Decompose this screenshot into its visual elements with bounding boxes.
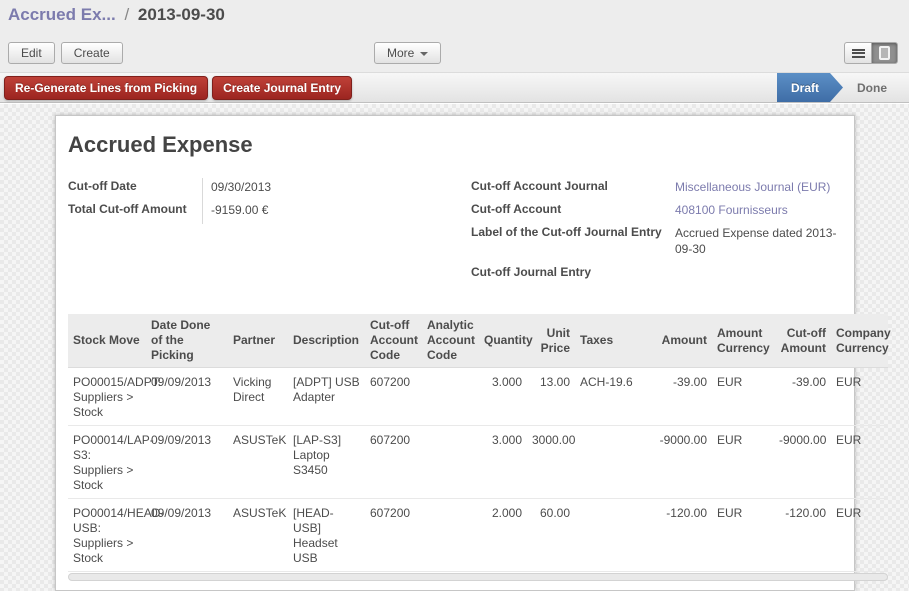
more-button-label: More xyxy=(387,46,414,60)
create-button[interactable]: Create xyxy=(61,42,123,64)
cell xyxy=(422,499,479,572)
cell xyxy=(575,426,648,499)
cell: EUR xyxy=(712,426,774,499)
field-group-left: Cut-off Date 09/30/2013 Total Cut-off Am… xyxy=(68,178,398,224)
cutoff-journal-entry-label: Cut-off Journal Entry xyxy=(471,264,667,279)
cell xyxy=(422,368,479,426)
status-draft-badge: Draft xyxy=(777,73,843,102)
column-header: Cut-off Account Code xyxy=(365,314,422,368)
table-header-row: Stock MoveDate Done of the PickingPartne… xyxy=(68,314,888,368)
cell: 09/09/2013 xyxy=(146,368,228,426)
cutoff-lines-table: Stock MoveDate Done of the PickingPartne… xyxy=(68,314,888,581)
column-header: Quantity xyxy=(479,314,527,368)
cell: EUR xyxy=(831,368,888,426)
cell: PO00015/ADPT: Suppliers > Stock xyxy=(68,368,146,426)
edit-button[interactable]: Edit xyxy=(8,42,55,64)
cell: 607200 xyxy=(365,368,422,426)
cell: ACH-19.6 xyxy=(575,368,648,426)
cutoff-account-journal-label: Cut-off Account Journal xyxy=(471,178,667,193)
cell: Vicking Direct xyxy=(228,368,288,426)
cell: -39.00 xyxy=(648,368,712,426)
cell: -9000.00 xyxy=(648,426,712,499)
list-icon xyxy=(852,49,865,58)
cell: EUR xyxy=(831,499,888,572)
column-header: Stock Move xyxy=(68,314,146,368)
column-header: Taxes xyxy=(575,314,648,368)
form-icon xyxy=(879,46,890,60)
column-header: Partner xyxy=(228,314,288,368)
cell: EUR xyxy=(712,499,774,572)
status-bar: Draft Done xyxy=(777,73,897,102)
form-view-button[interactable] xyxy=(871,42,898,64)
action-bar: Re-Generate Lines from Picking Create Jo… xyxy=(0,72,909,103)
cell: -120.00 xyxy=(774,499,831,572)
top-bar: Accrued Ex... / 2013-09-30 Edit Create M… xyxy=(0,0,909,72)
page-title: Accrued Expense xyxy=(68,132,253,158)
cell: PO00014/HEAD-USB: Suppliers > Stock xyxy=(68,499,146,572)
caret-down-icon xyxy=(420,52,428,56)
cell: 3.000 xyxy=(479,368,527,426)
breadcrumb-section-link[interactable]: Accrued Ex... xyxy=(8,5,116,24)
breadcrumb-record-title: 2013-09-30 xyxy=(138,5,225,24)
cell: 60.00 xyxy=(527,499,575,572)
total-cutoff-amount-value: -9159.00 € xyxy=(202,201,374,224)
cutoff-date-value: 09/30/2013 xyxy=(202,178,374,201)
more-button[interactable]: More xyxy=(374,42,441,64)
breadcrumb-separator: / xyxy=(120,5,133,24)
table-body: PO00015/ADPT: Suppliers > Stock09/09/201… xyxy=(68,368,888,572)
status-done-label: Done xyxy=(843,76,897,100)
cell: -120.00 xyxy=(648,499,712,572)
cell: 607200 xyxy=(365,426,422,499)
cell: 09/09/2013 xyxy=(146,499,228,572)
table-row[interactable]: PO00015/ADPT: Suppliers > Stock09/09/201… xyxy=(68,368,888,426)
cell: PO00014/LAP-S3: Suppliers > Stock xyxy=(68,426,146,499)
column-header: Amount xyxy=(648,314,712,368)
column-header: Analytic Account Code xyxy=(422,314,479,368)
column-header: Description xyxy=(288,314,365,368)
cutoff-date-label: Cut-off Date xyxy=(68,178,202,193)
cell: EUR xyxy=(712,368,774,426)
cell: [HEAD-USB] Headset USB xyxy=(288,499,365,572)
cell: -9000.00 xyxy=(774,426,831,499)
cell: ASUSTeK xyxy=(228,499,288,572)
cell: EUR xyxy=(831,426,888,499)
table-row[interactable]: PO00014/LAP-S3: Suppliers > Stock09/09/2… xyxy=(68,426,888,499)
column-header: Date Done of the Picking xyxy=(146,314,228,368)
cutoff-account-label: Cut-off Account xyxy=(471,201,667,216)
cell: 09/09/2013 xyxy=(146,426,228,499)
create-journal-entry-button[interactable]: Create Journal Entry xyxy=(212,76,352,100)
cutoff-account-journal-value[interactable]: Miscellaneous Journal (EUR) xyxy=(667,178,839,195)
column-header: Cut-off Amount xyxy=(774,314,831,368)
cell: [LAP-S3] Laptop S3450 xyxy=(288,426,365,499)
view-background: Accrued Expense Cut-off Date 09/30/2013 … xyxy=(0,104,909,591)
cutoff-account-value[interactable]: 408100 Fournisseurs xyxy=(667,201,839,218)
regenerate-lines-button[interactable]: Re-Generate Lines from Picking xyxy=(4,76,208,100)
column-header: Company Currency xyxy=(831,314,888,368)
field-group-right: Cut-off Account Journal Miscellaneous Jo… xyxy=(471,178,846,287)
cell: 3000.00 xyxy=(527,426,575,499)
column-header: Amount Currency xyxy=(712,314,774,368)
cell: 607200 xyxy=(365,499,422,572)
horizontal-scrollbar[interactable] xyxy=(68,573,888,581)
cutoff-journal-entry-value xyxy=(667,264,839,265)
cell xyxy=(422,426,479,499)
cell: ASUSTeK xyxy=(228,426,288,499)
column-header: Unit Price xyxy=(527,314,575,368)
journal-entry-label-value: Accrued Expense dated 2013-09-30 xyxy=(667,224,839,257)
table-row[interactable]: PO00014/HEAD-USB: Suppliers > Stock09/09… xyxy=(68,499,888,572)
list-view-button[interactable] xyxy=(844,42,871,64)
cell: 2.000 xyxy=(479,499,527,572)
form-sheet: Accrued Expense Cut-off Date 09/30/2013 … xyxy=(55,115,855,591)
cell: 13.00 xyxy=(527,368,575,426)
cell: 3.000 xyxy=(479,426,527,499)
breadcrumb: Accrued Ex... / 2013-09-30 xyxy=(8,5,225,25)
cell: [ADPT] USB Adapter xyxy=(288,368,365,426)
view-switcher xyxy=(844,42,898,64)
journal-entry-label-label: Label of the Cut-off Journal Entry xyxy=(471,224,667,239)
cell: -39.00 xyxy=(774,368,831,426)
total-cutoff-amount-label: Total Cut-off Amount xyxy=(68,201,202,216)
cell xyxy=(575,499,648,572)
